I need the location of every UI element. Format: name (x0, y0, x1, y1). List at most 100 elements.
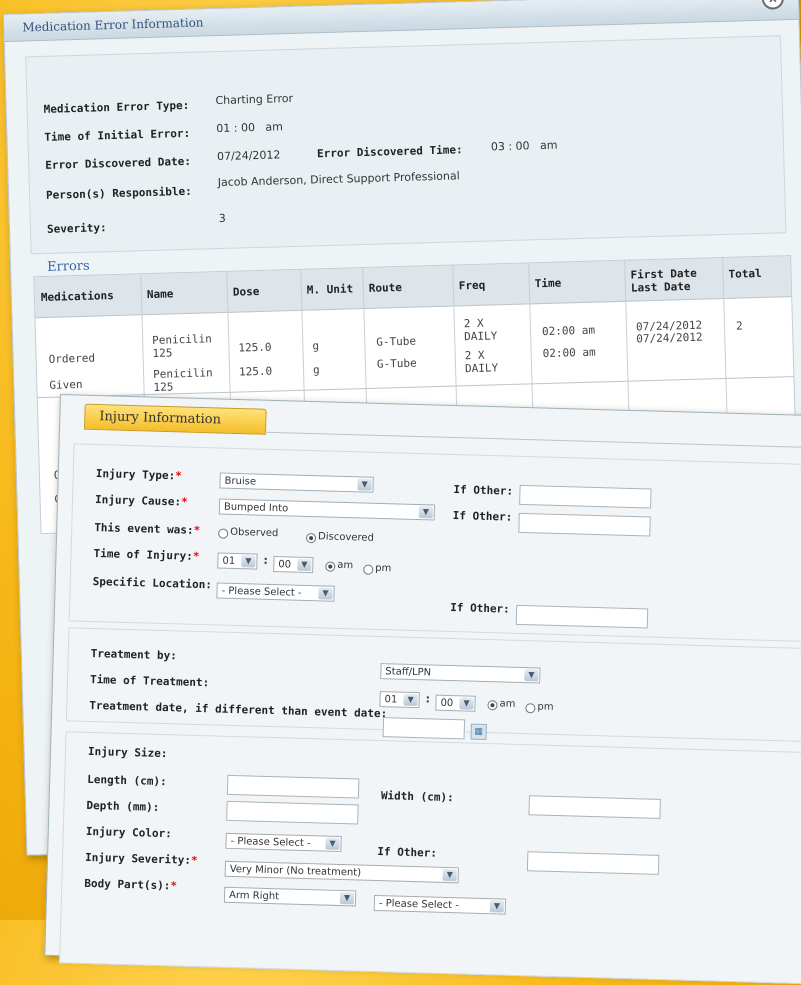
row1-name: Penicilin 125 (151, 332, 212, 360)
treatment-date-input[interactable] (382, 717, 466, 740)
treatment-hour-value: 01 (384, 694, 398, 706)
injury-color-label: Injury Color: (85, 824, 173, 841)
body-part-label: Body Part(s):* (84, 876, 178, 893)
body-part-select[interactable]: Arm Right ▼ (223, 886, 357, 907)
chevron-down-icon: ▼ (442, 868, 457, 882)
am-radio[interactable] (325, 561, 336, 572)
time-of-injury-label: Time of Injury:* (93, 547, 200, 563)
injury-hour-select[interactable]: 01 ▼ (217, 552, 258, 570)
injury-type-select[interactable]: Bruise ▼ (219, 472, 374, 493)
treatment-minute-select[interactable]: 00 ▼ (435, 694, 476, 712)
time-of-treatment-label: Time of Treatment: (89, 672, 210, 690)
injury-title: Injury Information (99, 409, 222, 428)
row2-dose: 125.0 (238, 364, 273, 379)
treatment-by-value: Staff/LPN (385, 666, 432, 679)
error-type-value: Charting Error (215, 91, 294, 108)
injury-severity-value: Very Minor (No treatment) (229, 863, 362, 879)
error-info-box: Medication Error Type: Charting Error Ti… (25, 35, 787, 255)
injury-color-value: - Please Select - (230, 835, 311, 850)
injury-type-value: Bruise (224, 475, 257, 488)
if-other-label-3: If Other: (450, 600, 510, 616)
color-other-input[interactable] (526, 851, 660, 875)
col-unit: M. Unit (306, 282, 354, 297)
chevron-down-icon: ▼ (318, 587, 333, 600)
row2-route: G-Tube (376, 356, 417, 371)
discovered-radio[interactable] (305, 532, 317, 544)
length-input[interactable] (226, 774, 360, 799)
injury-color-select[interactable]: - Please Select - ▼ (225, 832, 342, 853)
specific-location-label: Specific Location: (92, 574, 213, 592)
specific-location-select[interactable]: - Please Select - ▼ (216, 582, 335, 602)
calendar-icon[interactable]: ▦ (470, 723, 487, 741)
chevron-down-icon: ▼ (339, 892, 355, 905)
chevron-down-icon: ▼ (403, 693, 418, 707)
treatment-by-label: Treatment by: (90, 646, 178, 663)
width-label: Width (cm): (380, 789, 454, 805)
injury-cause-value: Bumped Into (223, 501, 289, 515)
col-route: Route (368, 280, 403, 295)
discovered-label: Discovered (317, 531, 375, 544)
injury-severity-select[interactable]: Very Minor (No treatment) ▼ (224, 860, 459, 884)
body-part-detail-select[interactable]: - Please Select - ▼ (373, 894, 507, 915)
col-last-date: Last Date (630, 279, 691, 295)
treatment-am-label: am (499, 698, 516, 710)
row2-freq: 2 X DAILY (464, 348, 499, 376)
col-total: Total (728, 266, 762, 281)
row1-dose: 125.0 (238, 340, 272, 355)
injury-cause-label: Injury Cause:* (94, 493, 188, 509)
panel-header: Medication Error Information (4, 0, 799, 42)
injury-severity-label: Injury Severity:* (84, 850, 198, 868)
errors-title: Errors (46, 258, 90, 275)
injury-cause-other-input[interactable] (518, 512, 651, 537)
injury-type-label: Injury Type:* (95, 467, 183, 483)
chevron-down-icon: ▼ (418, 506, 434, 519)
col-medications: Medications (40, 289, 114, 305)
row1-med: Ordered (48, 351, 96, 366)
panel-title: Medication Error Information (22, 15, 204, 35)
severity-value: 3 (218, 211, 226, 226)
width-input[interactable] (528, 795, 661, 819)
row1-time: 02:00 am (541, 323, 596, 339)
row2-name: Penicilin 125 (152, 366, 213, 394)
location-other-input[interactable] (515, 604, 649, 629)
chevron-down-icon: ▼ (489, 900, 505, 913)
error-type-label: Medication Error Type: (43, 98, 190, 116)
injury-details-section: Injury Type:* Bruise ▼ If Other: Injury C… (68, 443, 801, 643)
body-part-value: Arm Right (228, 889, 280, 903)
if-other-label-2: If Other: (452, 509, 513, 524)
table-header: Medications Name Dose M. Unit Route Freq… (34, 256, 792, 319)
treatment-am-radio[interactable] (487, 700, 498, 711)
discovered-time-value: 03 : 00 am (490, 138, 558, 154)
observed-radio[interactable] (218, 528, 229, 539)
col-dose: Dose (232, 284, 260, 299)
row1-route: G-Tube (376, 334, 417, 349)
pm-radio[interactable] (363, 564, 374, 575)
row2-first-date: 07/24/2012 (636, 330, 703, 346)
chevron-down-icon: ▼ (524, 669, 539, 682)
depth-input[interactable] (226, 800, 359, 825)
am-label: am (337, 559, 354, 572)
if-other-label-4: If Other: (377, 845, 438, 860)
injury-tab[interactable]: Injury Information (84, 403, 267, 435)
row2-time: 02:00 am (542, 345, 596, 361)
severity-label: Severity: (46, 221, 107, 236)
chevron-down-icon: ▼ (241, 555, 256, 568)
row1-total: 2 (735, 319, 743, 333)
initial-error-label: Time of Initial Error: (44, 126, 191, 144)
row2-med: Given (49, 377, 83, 392)
injury-minute-select[interactable]: 00 ▼ (273, 556, 314, 574)
injury-type-other-input[interactable] (519, 484, 652, 509)
treatment-pm-radio[interactable] (525, 703, 536, 714)
treatment-section: Treatment by: Staff/LPN ▼ Time of Treatme… (65, 627, 801, 743)
if-other-label-1: If Other: (453, 483, 514, 498)
treatment-by-select[interactable]: Staff/LPN ▼ (380, 663, 541, 684)
injury-cause-select[interactable]: Bumped Into ▼ (218, 498, 436, 521)
chevron-down-icon: ▼ (325, 837, 340, 850)
col-name: Name (146, 287, 174, 302)
chevron-down-icon: ▼ (357, 478, 372, 491)
treatment-hour-select[interactable]: 01 ▼ (379, 691, 420, 709)
row1-freq: 2 X DAILY (463, 316, 498, 344)
injury-size-section: Injury Size: Length (cm): Width (cm): De… (59, 731, 801, 985)
event-was-label: This event was:* (94, 521, 201, 537)
location-value: - Please Select - (221, 585, 302, 599)
